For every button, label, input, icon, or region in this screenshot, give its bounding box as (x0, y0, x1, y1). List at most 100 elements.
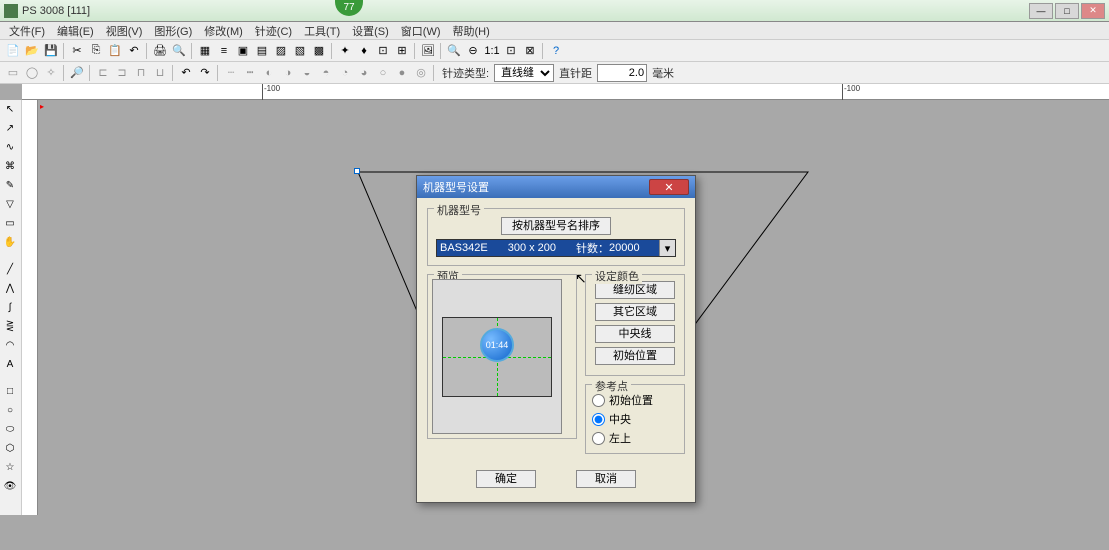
node-icon[interactable]: ✧ (42, 64, 60, 82)
dialog-close-button[interactable]: ✕ (649, 179, 689, 195)
seg2-icon[interactable]: ⊐ (113, 64, 131, 82)
curve-icon[interactable]: ∿ (0, 138, 20, 157)
tool3-icon[interactable]: ▩ (310, 42, 328, 60)
seg4-icon[interactable]: ⊔ (151, 64, 169, 82)
maximize-button[interactable]: □ (1055, 3, 1079, 19)
menu-stitch[interactable]: 针迹(C) (250, 22, 297, 40)
ok-button[interactable]: 确定 (476, 470, 536, 488)
grid-icon[interactable]: ▦ (196, 42, 214, 60)
other-area-button[interactable]: 其它区域 (595, 303, 675, 321)
needle-icon[interactable]: ✦ (336, 42, 354, 60)
lasso-icon[interactable]: ◯ (23, 64, 41, 82)
new-icon[interactable]: 📄 (4, 42, 22, 60)
menu-view[interactable]: 视图(V) (101, 22, 148, 40)
shape-icon[interactable]: ▽ (0, 195, 20, 214)
find-icon[interactable]: 🔎 (68, 64, 86, 82)
copy-icon[interactable]: ⎘ (87, 42, 105, 60)
zoom-fit-icon[interactable]: ⊡ (502, 42, 520, 60)
zoom-in-icon[interactable]: 🔍 (445, 42, 463, 60)
paste-icon[interactable]: 📋 (106, 42, 124, 60)
init-pos-button[interactable]: 初始位置 (595, 347, 675, 365)
radio-topleft[interactable] (592, 432, 605, 445)
ellipse-icon[interactable]: ⬭ (0, 420, 20, 439)
flame-icon[interactable]: ♦ (355, 42, 373, 60)
tool2-icon[interactable]: ▧ (291, 42, 309, 60)
misc1-icon[interactable]: ◐ (260, 64, 278, 82)
stitch-type-select[interactable]: 直线缝 (494, 64, 554, 82)
help-icon[interactable]: ? (547, 42, 565, 60)
radio-topleft-row[interactable]: 左上 (592, 430, 678, 446)
misc6-icon[interactable]: ◕ (355, 64, 373, 82)
seg1-icon[interactable]: ⊏ (94, 64, 112, 82)
radio-init[interactable] (592, 394, 605, 407)
save-icon[interactable]: 💾 (42, 42, 60, 60)
misc2-icon[interactable]: ◑ (279, 64, 297, 82)
zigzag-icon[interactable]: ⋛ (0, 317, 20, 336)
shape-handle[interactable] (354, 168, 360, 174)
menu-edit[interactable]: 编辑(E) (52, 22, 99, 40)
misc9-icon[interactable]: ◎ (412, 64, 430, 82)
menu-help[interactable]: 帮助(H) (448, 22, 495, 40)
group-icon[interactable]: ▣ (234, 42, 252, 60)
open-icon[interactable]: 📂 (23, 42, 41, 60)
menu-modify[interactable]: 修改(M) (199, 22, 248, 40)
text-icon[interactable]: A (0, 355, 20, 374)
star-icon[interactable]: ☆ (0, 458, 20, 477)
pointer-icon[interactable]: ↖ (0, 100, 20, 119)
pitch-input[interactable] (597, 64, 647, 82)
radio-center[interactable] (592, 413, 605, 426)
center-line-button[interactable]: 中央线 (595, 325, 675, 343)
poly-icon[interactable]: ⬡ (0, 439, 20, 458)
minimize-button[interactable]: — (1029, 3, 1053, 19)
tool-icon[interactable]: ▨ (272, 42, 290, 60)
dialog-titlebar[interactable]: 机器型号设置 ✕ (417, 176, 695, 198)
dash-icon[interactable]: ┄ (222, 64, 240, 82)
cancel-button[interactable]: 取消 (576, 470, 636, 488)
select-icon[interactable]: ▭ (4, 64, 22, 82)
zoom-out-icon[interactable]: ⊖ (464, 42, 482, 60)
circle-icon[interactable]: ○ (0, 401, 20, 420)
rect2-icon[interactable]: □ (0, 382, 20, 401)
seg3-icon[interactable]: ⊓ (132, 64, 150, 82)
cut-icon[interactable]: ✂ (68, 42, 86, 60)
chevron-down-icon[interactable]: ▾ (659, 240, 675, 256)
model-combo[interactable]: BAS342E 300 x 200 针数： 20000 ▾ (436, 239, 676, 257)
image-icon[interactable]: 🖼 (419, 42, 437, 60)
close-button[interactable]: ✕ (1081, 3, 1105, 19)
arc-icon[interactable]: ◠ (0, 336, 20, 355)
radio-init-row[interactable]: 初始位置 (592, 392, 678, 408)
print-icon[interactable]: 🖨 (151, 42, 169, 60)
menu-graphic[interactable]: 图形(G) (149, 22, 197, 40)
undo2-icon[interactable]: ↶ (177, 64, 195, 82)
redo2-icon[interactable]: ↷ (196, 64, 214, 82)
align-icon[interactable]: ≡ (215, 42, 233, 60)
zoom-sel-icon[interactable]: ⊠ (521, 42, 539, 60)
misc4-icon[interactable]: ◓ (317, 64, 335, 82)
sort-button[interactable]: 按机器型号名排序 (501, 217, 611, 235)
node-tool-icon[interactable]: ↗ (0, 119, 20, 138)
misc7-icon[interactable]: ○ (374, 64, 392, 82)
anchor-icon[interactable]: ⌘ (0, 157, 20, 176)
menu-settings[interactable]: 设置(S) (347, 22, 394, 40)
tool5-icon[interactable]: ⊞ (393, 42, 411, 60)
undo-icon[interactable]: ↶ (125, 42, 143, 60)
radio-center-row[interactable]: 中央 (592, 411, 678, 427)
rect-icon[interactable]: ▭ (0, 214, 20, 233)
tool4-icon[interactable]: ⊡ (374, 42, 392, 60)
dash2-icon[interactable]: ┅ (241, 64, 259, 82)
menu-tools[interactable]: 工具(T) (299, 22, 345, 40)
line-icon[interactable]: ╱ (0, 260, 20, 279)
misc3-icon[interactable]: ◒ (298, 64, 316, 82)
layer-icon[interactable]: ▤ (253, 42, 271, 60)
eye-icon[interactable]: 👁 (0, 477, 20, 496)
preview-icon[interactable]: 🔍 (170, 42, 188, 60)
misc5-icon[interactable]: ◔ (336, 64, 354, 82)
spline-icon[interactable]: ∫ (0, 298, 20, 317)
misc8-icon[interactable]: ● (393, 64, 411, 82)
hand-icon[interactable]: ✋ (0, 233, 20, 252)
zoom-1-1-icon[interactable]: 1:1 (483, 42, 501, 60)
polyline-icon[interactable]: ⋀ (0, 279, 20, 298)
menu-file[interactable]: 文件(F) (4, 22, 50, 40)
pen-icon[interactable]: ✎ (0, 176, 20, 195)
menu-window[interactable]: 窗口(W) (396, 22, 446, 40)
